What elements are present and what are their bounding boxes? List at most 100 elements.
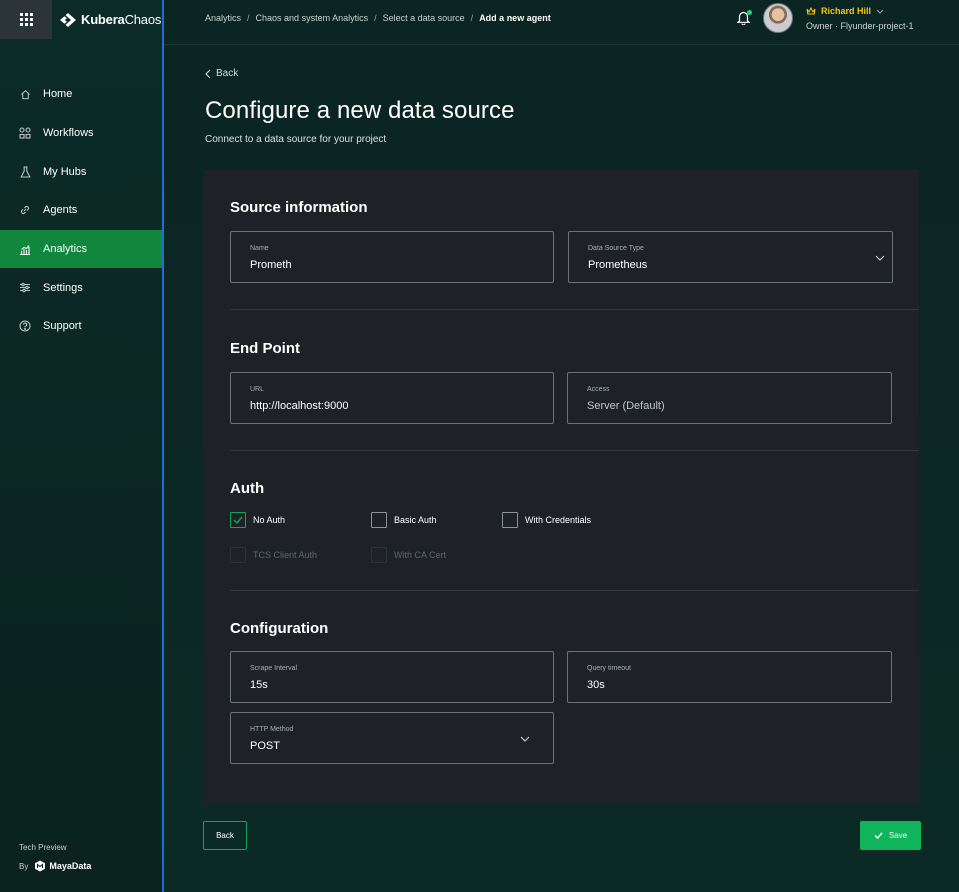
brand-name-light: Chaos	[124, 12, 162, 27]
sidebar-item-agents[interactable]: Agents	[0, 191, 162, 230]
sidebar: KuberaChaos Home Workflows My Hubs Agent…	[0, 0, 164, 892]
sidebar-item-home[interactable]: Home	[0, 75, 162, 114]
analytics-icon	[19, 243, 31, 255]
checkbox-label: Basic Auth	[394, 515, 437, 525]
sidebar-nav: Home Workflows My Hubs Agents Analytics	[0, 75, 162, 346]
checkbox-with-credentials[interactable]: With Credentials	[502, 512, 591, 528]
back-link[interactable]: Back	[205, 68, 238, 79]
url-field-label: URL	[250, 386, 265, 393]
checkbox-basic-auth[interactable]: Basic Auth	[371, 512, 437, 528]
sidebar-item-settings[interactable]: Settings	[0, 268, 162, 307]
brand-name-bold: Kubera	[81, 12, 125, 27]
breadcrumb-item-current: Add a new agent	[479, 13, 551, 23]
chevron-down-icon	[520, 736, 530, 742]
url-field-value: http://localhost:9000	[250, 400, 349, 412]
divider	[230, 309, 919, 310]
main-content: Back Configure a new data source Connect…	[164, 45, 959, 892]
sidebar-item-analytics[interactable]: Analytics	[0, 229, 162, 269]
name-field[interactable]: Name Prometh	[230, 231, 554, 283]
breadcrumb: Analytics / Chaos and system Analytics /…	[205, 13, 551, 23]
sidebar-item-label: Home	[43, 88, 73, 101]
access-field-label: Access	[587, 386, 610, 393]
top-bar: Analytics / Chaos and system Analytics /…	[164, 0, 959, 45]
breadcrumb-separator: /	[247, 13, 250, 23]
sidebar-item-label: My Hubs	[43, 165, 87, 178]
checkbox-tcs-client-auth[interactable]: TCS Client Auth	[230, 547, 317, 563]
query-timeout-field[interactable]: Query timeout 30s	[567, 651, 892, 703]
mayadata-icon	[35, 860, 46, 872]
grid-icon	[19, 13, 33, 26]
brand-bar: KuberaChaos	[0, 0, 162, 39]
chevron-left-icon	[205, 69, 211, 78]
scrape-interval-value: 15s	[250, 679, 268, 691]
save-button-label: Save	[888, 831, 908, 840]
checkbox-box	[230, 512, 246, 528]
http-method-label: HTTP Method	[250, 726, 294, 733]
section-title-auth: Auth	[230, 480, 265, 497]
crown-icon	[806, 7, 816, 15]
scrape-interval-field[interactable]: Scrape Interval 15s	[230, 651, 554, 703]
logo[interactable]: KuberaChaos	[52, 0, 161, 39]
url-field[interactable]: URL http://localhost:9000	[230, 372, 554, 424]
checkbox-box	[502, 512, 518, 528]
brand-name: KuberaChaos	[81, 12, 161, 27]
home-icon	[19, 88, 31, 100]
checkbox-label: With CA Cert	[394, 550, 447, 560]
help-icon	[19, 320, 31, 333]
data-source-type-select[interactable]: Data Source Type Prometheus	[568, 231, 893, 283]
link-icon	[19, 204, 31, 216]
data-source-form: Source information Name Prometh Data Sou…	[203, 170, 919, 803]
name-field-label: Name	[250, 245, 269, 252]
app-launcher-button[interactable]	[0, 0, 52, 39]
breadcrumb-separator: /	[470, 13, 474, 23]
data-source-type-value: Prometheus	[588, 259, 648, 271]
checkbox-with-ca-cert[interactable]: With CA Cert	[371, 547, 446, 563]
breadcrumb-item-chaos-analytics[interactable]: Chaos and system Analytics	[256, 13, 369, 23]
checkbox-box	[230, 547, 246, 563]
page-title: Configure a new data source	[205, 97, 515, 124]
sidebar-footer: Tech Preview By MayaData	[19, 843, 91, 872]
user-menu[interactable]: Richard Hill Owner · Flyunder-project-1	[806, 6, 914, 31]
sidebar-item-label: Workflows	[43, 127, 94, 140]
mayadata-logo[interactable]: MayaData	[34, 860, 91, 872]
checkbox-label: TCS Client Auth	[253, 550, 318, 560]
back-button[interactable]: Back	[203, 821, 247, 850]
access-field-value: Server (Default)	[587, 400, 665, 412]
query-timeout-label: Query timeout	[587, 665, 631, 672]
chevron-down-icon	[875, 255, 885, 261]
query-timeout-value: 30s	[587, 679, 605, 691]
sidebar-item-label: Agents	[43, 204, 78, 217]
checkbox-no-auth[interactable]: No Auth	[230, 512, 285, 528]
section-title-source-information: Source information	[230, 199, 368, 216]
by-row: By MayaData	[19, 860, 91, 872]
save-button[interactable]: Save	[860, 821, 921, 850]
breadcrumb-item-select-source[interactable]: Select a data source	[383, 13, 465, 23]
kubera-logo-icon	[60, 12, 76, 28]
company-name: MayaData	[49, 861, 92, 871]
notifications-button[interactable]	[736, 10, 752, 26]
name-field-value: Prometh	[250, 259, 292, 271]
checkbox-box	[371, 547, 387, 563]
sidebar-item-my-hubs[interactable]: My Hubs	[0, 152, 162, 191]
http-method-select[interactable]: HTTP Method POST	[230, 712, 554, 764]
user-name-row[interactable]: Richard Hill	[806, 6, 914, 16]
http-method-value: POST	[250, 740, 280, 752]
checkbox-label: With Credentials	[525, 515, 592, 525]
sidebar-item-support[interactable]: Support	[0, 307, 162, 346]
section-title-end-point: End Point	[230, 340, 300, 357]
divider	[230, 450, 919, 451]
checkbox-box	[371, 512, 387, 528]
chevron-down-icon	[876, 9, 884, 14]
page-subtitle: Connect to a data source for your projec…	[205, 134, 387, 145]
section-title-configuration: Configuration	[230, 620, 329, 637]
access-field[interactable]: Access Server (Default)	[567, 372, 892, 424]
sidebar-item-workflows[interactable]: Workflows	[0, 114, 162, 153]
avatar[interactable]	[763, 3, 793, 33]
sidebar-item-label: Analytics	[43, 243, 88, 256]
flask-icon	[19, 166, 31, 178]
check-icon	[233, 516, 243, 524]
sidebar-item-label: Support	[43, 320, 82, 333]
data-source-type-label: Data Source Type	[588, 245, 644, 252]
breadcrumb-item-analytics[interactable]: Analytics	[205, 13, 241, 23]
by-label: By	[19, 861, 29, 871]
